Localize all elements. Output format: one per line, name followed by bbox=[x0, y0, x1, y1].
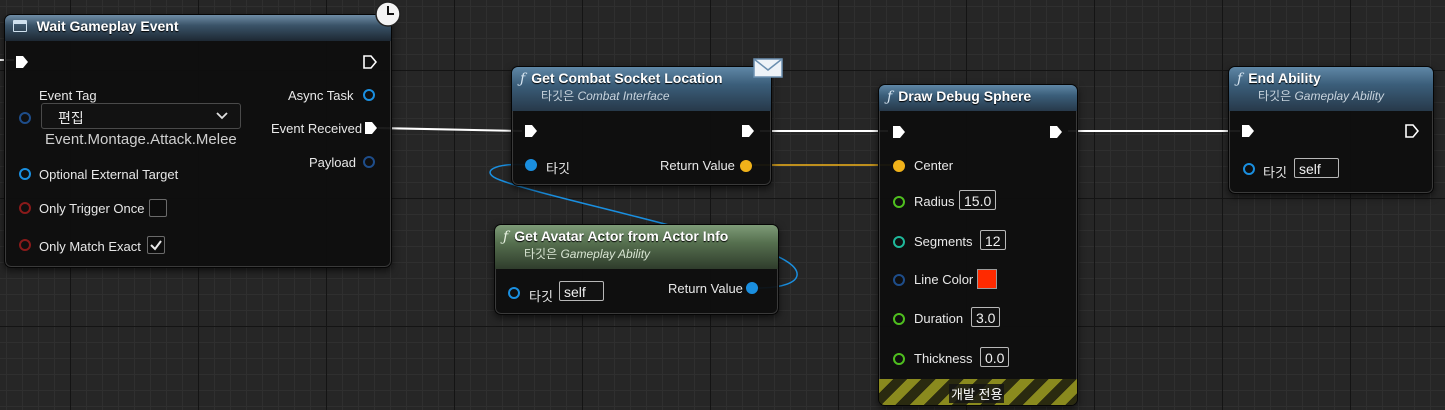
segments-field[interactable]: 12 bbox=[980, 230, 1006, 250]
target-self-field[interactable]: self bbox=[559, 281, 604, 301]
line-color-pin[interactable] bbox=[893, 274, 905, 286]
envelope-icon bbox=[753, 58, 783, 78]
node-header: ƒ Get Combat Socket Location 타깃은 Combat I… bbox=[512, 67, 771, 111]
development-only-banner: 개발 전용 bbox=[879, 379, 1077, 405]
dropdown-label: 편집 bbox=[58, 110, 84, 126]
payload-label: Payload bbox=[309, 155, 356, 170]
node-title: Draw Debug Sphere bbox=[898, 88, 1032, 104]
only-match-exact-checkbox[interactable] bbox=[147, 236, 165, 254]
node-title: Get Avatar Actor from Actor Info bbox=[514, 228, 729, 244]
node-subtitle: 타깃은 Gameplay Ability bbox=[524, 247, 651, 261]
target-label: 타깃 bbox=[529, 289, 553, 304]
function-icon: ƒ bbox=[1237, 71, 1243, 87]
async-task-pin[interactable] bbox=[363, 89, 375, 101]
function-icon: ƒ bbox=[503, 229, 509, 245]
checkmark-icon bbox=[150, 240, 162, 251]
thickness-pin[interactable] bbox=[893, 353, 905, 365]
node-subtitle: 타깃은 Combat Interface bbox=[541, 89, 670, 103]
radius-pin[interactable] bbox=[893, 196, 905, 208]
chevron-down-icon bbox=[216, 112, 228, 120]
node-header: ƒ Get Avatar Actor from Actor Info 타깃은 Ga… bbox=[495, 225, 778, 269]
line-color-swatch[interactable] bbox=[977, 269, 997, 289]
duration-field[interactable]: 3.0 bbox=[971, 307, 1001, 327]
payload-pin[interactable] bbox=[363, 156, 375, 168]
wait-gameplay-event-node[interactable]: Wait Gameplay Event Event Tag 편집 Event.M… bbox=[4, 14, 392, 268]
node-subtitle: 타깃은 Gameplay Ability bbox=[1258, 89, 1385, 103]
event-received-label: Event Received bbox=[271, 121, 363, 136]
duration-pin[interactable] bbox=[893, 313, 905, 325]
optional-external-target-label: Optional External Target bbox=[39, 167, 179, 182]
exec-in-pin[interactable] bbox=[892, 125, 906, 139]
return-value-label: Return Value bbox=[668, 281, 743, 296]
only-trigger-once-checkbox[interactable] bbox=[149, 199, 167, 217]
duration-label: Duration bbox=[914, 311, 964, 326]
target-label: 타깃 bbox=[1263, 165, 1287, 180]
exec-in-pin[interactable] bbox=[15, 55, 29, 69]
radius-field[interactable]: 15.0 bbox=[959, 190, 997, 210]
segments-pin[interactable] bbox=[893, 236, 905, 248]
event-tag-pin[interactable] bbox=[19, 112, 31, 124]
optional-external-target-pin[interactable] bbox=[19, 168, 31, 180]
function-icon: ƒ bbox=[520, 71, 526, 87]
return-value-pin[interactable] bbox=[746, 282, 758, 294]
node-header: ƒ Draw Debug Sphere bbox=[879, 85, 1077, 111]
clock-icon bbox=[375, 1, 401, 27]
return-value-pin[interactable] bbox=[740, 160, 752, 172]
event-node-icon bbox=[13, 20, 27, 32]
segments-label: Segments bbox=[914, 234, 973, 249]
node-header: Wait Gameplay Event bbox=[5, 15, 391, 41]
exec-out-pin[interactable] bbox=[741, 124, 755, 138]
end-ability-node[interactable]: ƒ End Ability 타깃은 Gameplay Ability 타깃 sel… bbox=[1228, 66, 1434, 194]
event-tag-label: Event Tag bbox=[39, 88, 97, 103]
thickness-field[interactable]: 0.0 bbox=[980, 347, 1010, 367]
node-title: Get Combat Socket Location bbox=[531, 70, 723, 86]
only-match-exact-pin[interactable] bbox=[19, 239, 31, 251]
async-task-label: Async Task bbox=[288, 88, 354, 103]
thickness-label: Thickness bbox=[914, 351, 973, 366]
target-pin[interactable] bbox=[525, 159, 537, 171]
radius-label: Radius bbox=[914, 194, 955, 209]
get-avatar-actor-node[interactable]: ƒ Get Avatar Actor from Actor Info 타깃은 Ga… bbox=[494, 224, 779, 315]
node-title: Wait Gameplay Event bbox=[36, 18, 179, 34]
development-only-label: 개발 전용 bbox=[949, 384, 1005, 403]
draw-debug-sphere-node[interactable]: ƒ Draw Debug Sphere Center Radius 15.0 Se… bbox=[878, 84, 1078, 406]
only-match-exact-label: Only Match Exact bbox=[39, 239, 141, 254]
exec-out-pin[interactable] bbox=[1049, 125, 1063, 139]
node-title: End Ability bbox=[1248, 70, 1321, 86]
tag-dropdown[interactable]: 편집 bbox=[41, 103, 241, 129]
exec-wire-event-received bbox=[377, 127, 523, 132]
center-label: Center bbox=[914, 158, 954, 173]
function-icon: ƒ bbox=[887, 89, 893, 105]
return-value-label: Return Value bbox=[660, 158, 735, 173]
target-pin[interactable] bbox=[508, 287, 520, 299]
target-self-field[interactable]: self bbox=[1294, 158, 1339, 178]
tag-value-text: Event.Montage.Attack.Melee bbox=[45, 131, 237, 148]
event-received-exec-pin[interactable] bbox=[364, 121, 378, 135]
line-color-label: Line Color bbox=[914, 272, 974, 287]
only-trigger-once-label: Only Trigger Once bbox=[39, 201, 145, 216]
exec-in-pin[interactable] bbox=[524, 124, 538, 138]
exec-out-pin[interactable] bbox=[363, 55, 377, 69]
get-combat-socket-location-node[interactable]: ƒ Get Combat Socket Location 타깃은 Combat I… bbox=[511, 66, 772, 186]
node-header: ƒ End Ability 타깃은 Gameplay Ability bbox=[1229, 67, 1433, 111]
center-pin[interactable] bbox=[893, 160, 905, 172]
exec-out-pin[interactable] bbox=[1405, 124, 1419, 138]
exec-in-pin[interactable] bbox=[1241, 124, 1255, 138]
target-pin[interactable] bbox=[1243, 163, 1255, 175]
target-label: 타깃 bbox=[546, 161, 570, 176]
only-trigger-once-pin[interactable] bbox=[19, 202, 31, 214]
